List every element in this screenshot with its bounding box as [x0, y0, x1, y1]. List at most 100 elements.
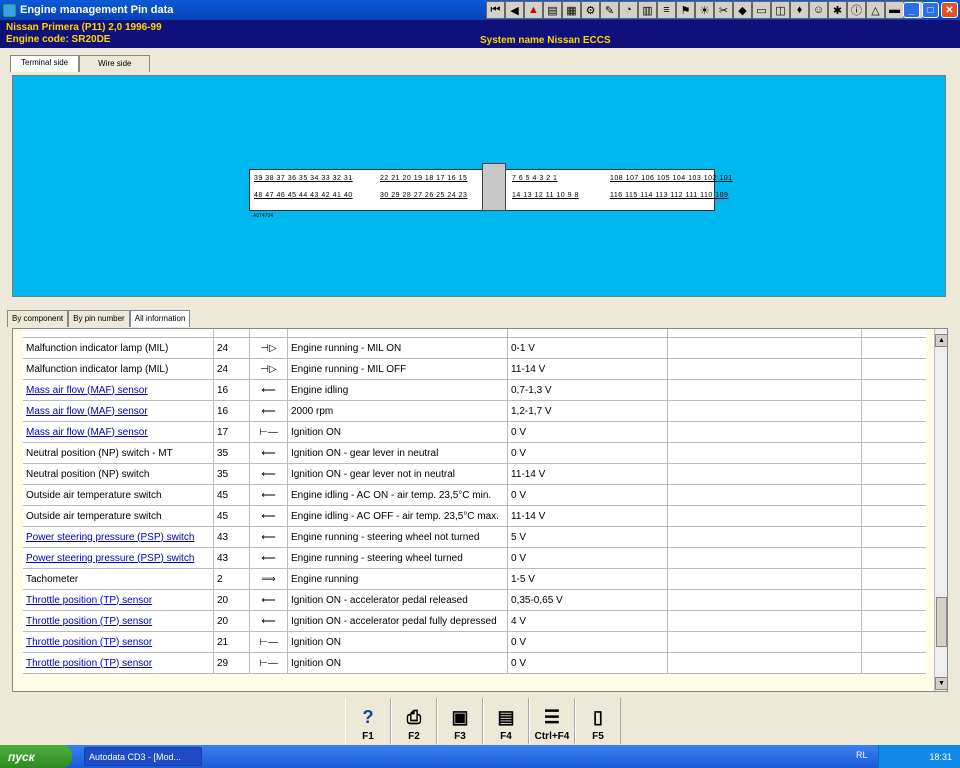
component-cell[interactable]: Throttle position (TP) sensor [23, 632, 214, 652]
table-row: Mass air flow (MAF) sensor 17 ⊢— Ignition O… [23, 422, 926, 443]
scroll-thumb[interactable] [936, 597, 947, 647]
pin-cell: 43 [214, 548, 250, 568]
view-tabs: Terminal side Wire side [10, 55, 151, 72]
output-lamp-icon: ⊣▷ [250, 359, 288, 379]
component-cell[interactable]: Throttle position (TP) sensor [23, 653, 214, 673]
connector-row2-right: 14 13 12 11 10 9 8 [512, 192, 579, 199]
component-name: Outside air temperature switch [26, 510, 162, 522]
function-key-label: F1 [362, 731, 374, 742]
component-name[interactable]: Power steering pressure (PSP) switch [26, 532, 194, 543]
info-icon[interactable]: ⓘ [847, 1, 866, 19]
data-icon[interactable]: ▥ [638, 1, 657, 19]
scroll-down-icon[interactable]: ▼ [935, 677, 947, 690]
start-button[interactable]: пуск [0, 745, 72, 768]
warning-icon[interactable]: ▲ [524, 1, 543, 19]
component-cell[interactable]: Mass air flow (MAF) sensor [23, 422, 214, 442]
component-name[interactable]: Mass air flow (MAF) sensor [26, 406, 148, 417]
condition-cell: Engine running - MIL ON [288, 338, 508, 358]
component-cell: Neutral position (NP) switch [23, 464, 214, 484]
ecu-connector: 39 38 37 36 35 34 33 32 31 22 21 20 19 1… [249, 163, 732, 219]
document-icon[interactable]: ▤ [543, 1, 562, 19]
component-cell[interactable]: Throttle position (TP) sensor [23, 590, 214, 610]
table-row: Power steering pressure (PSP) switch 43 ⟵ E… [23, 548, 926, 569]
connector-row2-far: 116 115 114 113 112 111 110 109 [610, 192, 729, 199]
component-name[interactable]: Power steering pressure (PSP) switch [26, 553, 194, 564]
function-key-f2[interactable]: ⎙ F2 [391, 698, 437, 744]
component-cell[interactable]: Mass air flow (MAF) sensor [23, 380, 214, 400]
bulb-icon[interactable]: ☀ [695, 1, 714, 19]
condition-cell: Engine running - steering wheel turned [288, 548, 508, 568]
vertical-scrollbar[interactable]: ▲ ▼ [934, 329, 947, 691]
function-key-f3[interactable]: ▣ F3 [437, 698, 483, 744]
component-cell[interactable]: Mass air flow (MAF) sensor [23, 401, 214, 421]
component-name[interactable]: Throttle position (TP) sensor [26, 637, 152, 648]
component-name[interactable]: Mass air flow (MAF) sensor [26, 385, 148, 396]
component-name[interactable]: Throttle position (TP) sensor [26, 658, 152, 669]
value-cell: 0 V [508, 443, 668, 463]
close-icon[interactable]: ✕ [941, 2, 958, 18]
condition-cell: Ignition ON - gear lever not in neutral [288, 464, 508, 484]
extra-cell [668, 590, 862, 610]
car-icon[interactable]: ◆ [733, 1, 752, 19]
chart-icon[interactable]: ▦ [562, 1, 581, 19]
function-key-f1[interactable]: ? F1 [345, 698, 391, 744]
maximize-icon[interactable]: □ [922, 2, 939, 18]
diagram-icon[interactable]: ◫ [771, 1, 790, 19]
value-cell: 4 V [508, 611, 668, 631]
function-key-f5[interactable]: ▯ F5 [575, 698, 621, 744]
clock: 18:31 [929, 751, 952, 762]
key-icon[interactable]: ♦ [790, 1, 809, 19]
extra-cell [668, 338, 862, 358]
connector-panel: 39 38 37 36 35 34 33 32 31 22 21 20 19 1… [12, 75, 946, 297]
taskbar-item-autodata[interactable]: Autodata CD3 - [Mod... [84, 747, 202, 766]
component-cell[interactable]: Power steering pressure (PSP) switch [23, 527, 214, 547]
previous-record-icon[interactable]: ◀ [505, 1, 524, 19]
condition-cell: Engine idling [288, 380, 508, 400]
extra-cell [668, 380, 862, 400]
scroll-up-icon[interactable]: ▲ [935, 334, 947, 347]
battery-icon[interactable]: ▭ [752, 1, 771, 19]
component-name[interactable]: Throttle position (TP) sensor [26, 595, 152, 606]
component-cell[interactable]: Throttle position (TP) sensor [23, 611, 214, 631]
input-arrow-icon: ⟵ [250, 401, 288, 421]
minimize-icon[interactable]: _ [903, 2, 920, 18]
user-icon[interactable]: ☺ [809, 1, 828, 19]
first-record-icon[interactable]: ⏮ [486, 1, 505, 19]
connector-row2-mid: 30 29 28 27 26 25 24 23 [380, 192, 468, 199]
input-arrow-icon: ⟵ [250, 590, 288, 610]
function-key-ctrl-f4[interactable]: ☰ Ctrl+F4 [529, 698, 575, 744]
function-key-label: F3 [454, 731, 466, 742]
component-name[interactable]: Throttle position (TP) sensor [26, 616, 152, 627]
ground-icon: ⊢— [250, 422, 288, 442]
input-arrow-icon: ⟵ [250, 611, 288, 631]
connector-code: A074704 [253, 213, 274, 219]
window-icon: ▣ [451, 707, 469, 727]
function-key-f4[interactable]: ▤ F4 [483, 698, 529, 744]
truck-icon[interactable]: ▬ [885, 1, 904, 19]
value-cell: 11-14 V [508, 359, 668, 379]
window-controls: _ □ ✕ [903, 2, 958, 18]
flag-icon[interactable]: ⚑ [676, 1, 695, 19]
tab-by-pin-number[interactable]: By pin number [68, 310, 130, 327]
tab-by-component[interactable]: By component [7, 310, 69, 327]
table-row: Mass air flow (MAF) sensor 16 ⟵ 2000 rpm 1,2… [23, 401, 926, 422]
alert-icon[interactable]: △ [866, 1, 885, 19]
table-row: Power steering pressure (PSP) switch 43 ⟵ E… [23, 527, 926, 548]
gauge-icon[interactable]: ◔ [619, 1, 638, 19]
list-icon[interactable]: ≡ [657, 1, 676, 19]
tab-all-information[interactable]: All information [129, 310, 191, 327]
tools-icon[interactable]: ✎ [600, 1, 619, 19]
component-name[interactable]: Mass air flow (MAF) sensor [26, 427, 148, 438]
engine-icon[interactable]: ⚙ [581, 1, 600, 19]
table-row: Throttle position (TP) sensor 20 ⟵ Ignition… [23, 590, 926, 611]
tab-wire-side[interactable]: Wire side [79, 55, 151, 72]
component-cell[interactable]: Power steering pressure (PSP) switch [23, 548, 214, 568]
input-arrow-icon: ⟵ [250, 464, 288, 484]
language-indicator[interactable]: RL [856, 750, 868, 760]
ground-icon: ⊢— [250, 653, 288, 673]
settings-icon[interactable]: ✱ [828, 1, 847, 19]
component-cell: Outside air temperature switch [23, 506, 214, 526]
condition-cell: 2000 rpm [288, 401, 508, 421]
wrench-icon[interactable]: ✂ [714, 1, 733, 19]
tab-terminal-side[interactable]: Terminal side [10, 55, 80, 72]
